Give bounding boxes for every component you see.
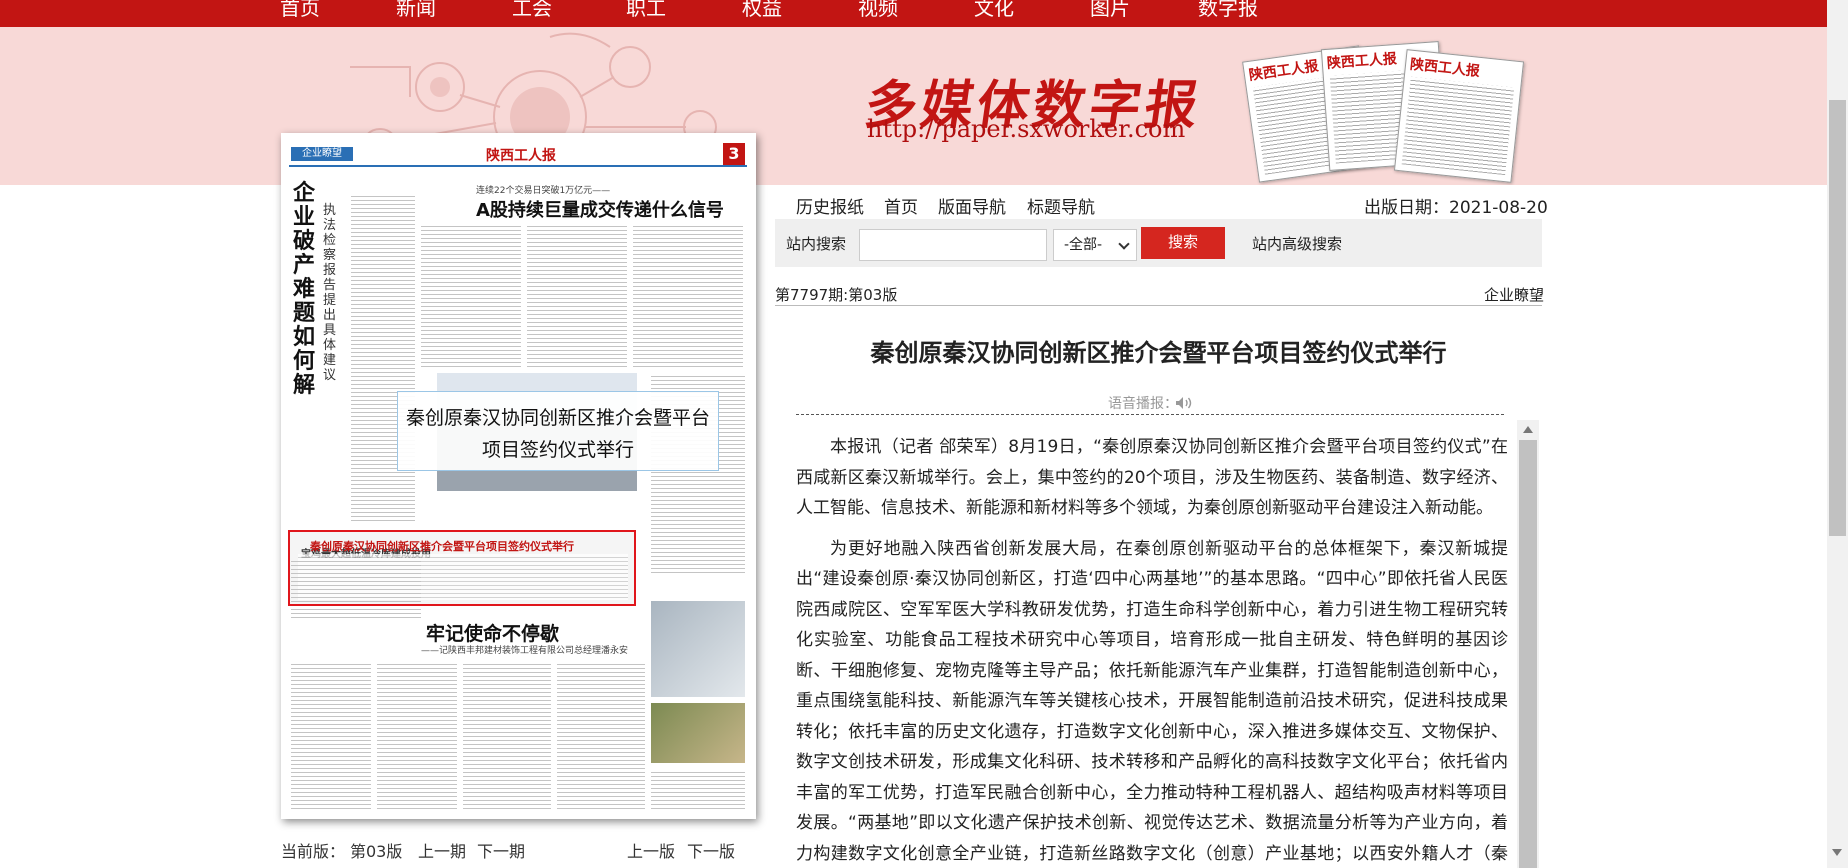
page-text-column — [421, 223, 521, 368]
nav-item-news[interactable]: 新闻 — [396, 0, 436, 20]
search-scope-select[interactable]: -全部- — [1053, 229, 1137, 261]
top-nav-bar: 首页 新闻 工会 职工 权益 视频 文化 图片 数字报 — [0, 0, 1848, 27]
article-body: 本报讯（记者 郃荣军）8月19日，“秦创原秦汉协同创新区推介会暨平台项目签约仪式… — [796, 432, 1508, 868]
search-scope-value: -全部- — [1064, 237, 1103, 253]
chevron-down-icon — [1118, 238, 1130, 250]
publish-date-label: 出版日期： — [1364, 198, 1449, 218]
nav-item-culture[interactable]: 文化 — [974, 0, 1014, 20]
page-navigation: 当前版： 第03版 上一期 下一期 上一版 下一版 — [281, 838, 743, 862]
nav-item-video[interactable]: 视频 — [858, 0, 898, 20]
nav-item-pictures[interactable]: 图片 — [1090, 0, 1130, 20]
page-headline-bottom[interactable]: 牢记使命不停歇 — [426, 619, 559, 646]
page-photo — [651, 601, 745, 697]
page-text-column — [291, 661, 371, 811]
banner-papers-image: 陕西工人报 陕西工人报 陕西工人报 — [1242, 37, 1540, 185]
nav-item-workers[interactable]: 职工 — [626, 0, 666, 20]
nav-item-digital-paper[interactable]: 数字报 — [1198, 0, 1258, 20]
page-article-vertical-title[interactable]: 企业破产难题如何解 — [293, 181, 317, 397]
title-nav-link[interactable]: 标题导航 — [1027, 193, 1095, 218]
banner-url: http://paper.sxworker.com — [867, 115, 1186, 143]
page-article-hotspot-selected[interactable]: 秦创原秦汉协同创新区推介会暨平台项目签约仪式举行 — [288, 530, 636, 606]
page-nav-link[interactable]: 版面导航 — [938, 193, 1006, 218]
page-top-rule — [289, 165, 747, 167]
search-label: 站内搜索 — [786, 235, 847, 253]
banner: 多媒体数字报 http://paper.sxworker.com 陕西工人报 陕… — [0, 27, 1848, 185]
search-bar: 站内搜索 -全部- 搜索 站内高级搜索 — [775, 219, 1542, 267]
article-title: 秦创原秦汉协同创新区推介会暨平台项目签约仪式举行 — [870, 339, 1447, 367]
page-text-column — [377, 661, 457, 811]
next-issue-link[interactable]: 下一期 — [477, 838, 525, 862]
page-photo — [651, 703, 745, 763]
section-divider — [775, 305, 1542, 306]
page-text-column — [298, 554, 628, 600]
page-scrollbar-thumb[interactable] — [1829, 100, 1846, 536]
page-hotspot-title: 秦创原秦汉协同创新区推介会暨平台项目签约仪式举行 — [310, 540, 574, 553]
nav-item-home[interactable]: 首页 — [280, 0, 320, 20]
current-page-value: 第03版 — [350, 842, 403, 861]
page-headline-kicker: 连续22个交易日突破1万亿元—— — [476, 186, 611, 196]
scroll-down-arrow-icon[interactable] — [1832, 849, 1842, 856]
page-headline-top[interactable]: A股持续巨量成交传递什么信号 — [476, 196, 724, 222]
prev-issue-link[interactable]: 上一期 — [418, 838, 466, 862]
article-paragraph: 本报讯（记者 郃荣军）8月19日，“秦创原秦汉协同创新区推介会暨平台项目签约仪式… — [796, 437, 1508, 518]
speaker-icon[interactable] — [1175, 396, 1193, 410]
nav-item-union[interactable]: 工会 — [512, 0, 552, 20]
article-scrollbar-thumb[interactable] — [1519, 440, 1537, 868]
page-headline-bottom-subtitle: ——记陕西丰邦建材装饰工程有限公司总经理潘永安 — [421, 646, 629, 656]
page-text-column — [633, 223, 743, 368]
page-text-column — [557, 661, 645, 811]
mini-paper-3: 陕西工人报 — [1393, 49, 1525, 183]
history-papers-link[interactable]: 历史报纸 — [796, 193, 864, 218]
publish-date-value: 2021-08-20 — [1449, 198, 1548, 218]
issue-info: 第7797期:第03版 — [775, 286, 898, 304]
page-number-badge: 3 — [723, 143, 745, 165]
publish-date: 出版日期：2021-08-20 — [1364, 193, 1548, 218]
page-text-column — [651, 769, 745, 811]
article-paragraph: 为更好地融入陕西省创新发展大局，在秦创原创新驱动平台的总体框架下，秦汉新城提出“… — [796, 538, 1508, 864]
page-text-column — [463, 661, 551, 811]
page-text-column — [527, 223, 627, 368]
search-input[interactable] — [859, 229, 1047, 261]
page-article-hover-title[interactable]: 秦创原秦汉协同创新区推介会暨平台项目签约仪式举行 — [397, 391, 719, 471]
page-masthead: 陕西工人报 — [486, 148, 556, 164]
article-dash-divider — [796, 414, 1504, 415]
page-section-label: 企业瞭望 — [291, 147, 353, 161]
page-text-column — [351, 193, 415, 523]
home-link[interactable]: 首页 — [884, 193, 918, 218]
newspaper-page-image[interactable]: 企业瞭望 陕西工人报 3 企业破产难题如何解 执法检察报告提出具体建议 连续22… — [281, 133, 756, 819]
page-article-vertical-subtitle: 执法检察报告提出具体建议 — [323, 203, 337, 383]
current-page-label: 当前版： — [281, 842, 346, 861]
mini-paper-text — [1401, 76, 1515, 176]
search-button[interactable]: 搜索 — [1141, 227, 1225, 259]
next-page-link[interactable]: 下一版 — [687, 838, 735, 862]
prev-page-link[interactable]: 上一版 — [627, 838, 675, 862]
voice-broadcast-label: 语音播报： — [1108, 396, 1178, 412]
scroll-up-arrow-icon[interactable] — [1523, 426, 1533, 433]
section-name-link[interactable]: 企业瞭望 — [1484, 284, 1544, 305]
advanced-search-link[interactable]: 站内高级搜索 — [1252, 233, 1342, 254]
nav-item-rights[interactable]: 权益 — [742, 0, 782, 20]
